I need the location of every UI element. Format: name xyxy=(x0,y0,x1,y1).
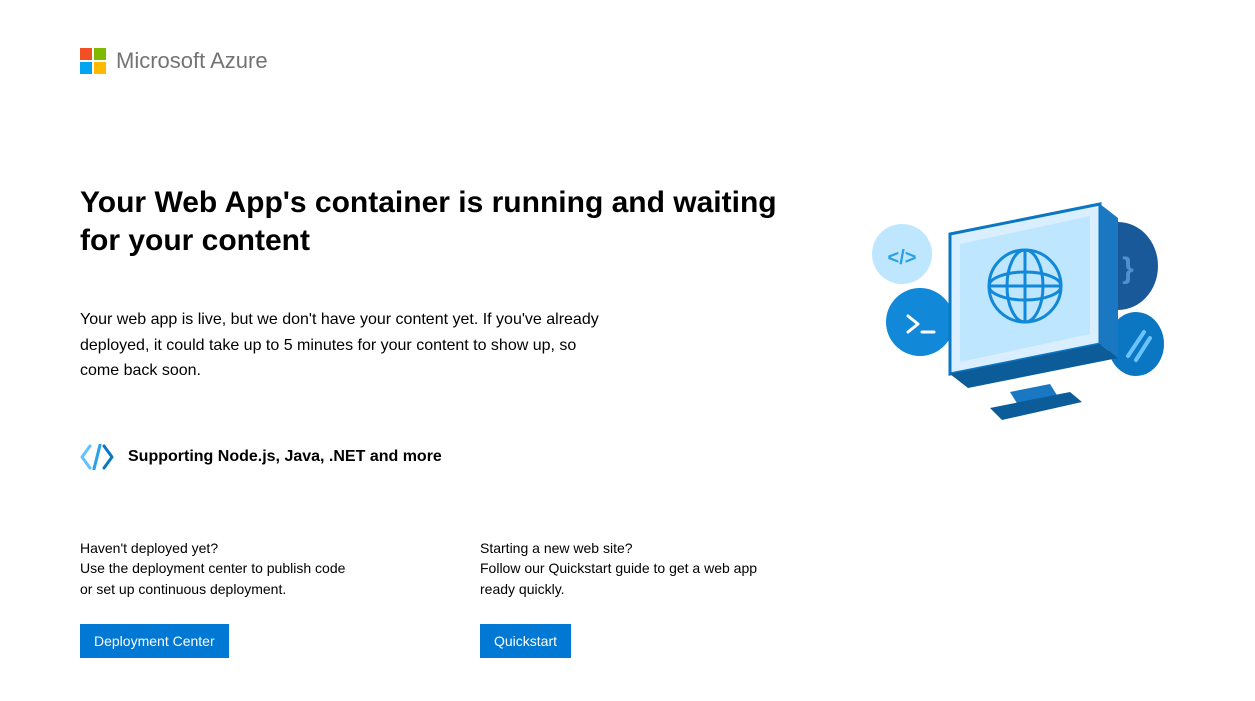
brand-header: Microsoft Azure xyxy=(80,48,1175,74)
support-row: Supporting Node.js, Java, .NET and more xyxy=(80,444,800,470)
brand-name: Microsoft Azure xyxy=(116,48,268,74)
support-text: Supporting Node.js, Java, .NET and more xyxy=(128,448,442,466)
deploy-action-block: Haven't deployed yet? Use the deployment… xyxy=(80,540,360,658)
deploy-desc: Use the deployment center to publish cod… xyxy=(80,558,360,600)
quickstart-desc: Follow our Quickstart guide to get a web… xyxy=(480,558,760,600)
svg-text:</>: </> xyxy=(888,247,917,269)
page-title: Your Web App's container is running and … xyxy=(80,184,790,259)
deployment-center-button[interactable]: Deployment Center xyxy=(80,624,229,658)
page-subtitle: Your web app is live, but we don't have … xyxy=(80,307,600,384)
microsoft-logo-icon xyxy=(80,48,106,74)
deploy-heading: Haven't deployed yet? xyxy=(80,540,360,556)
quickstart-action-block: Starting a new web site? Follow our Quic… xyxy=(480,540,760,658)
quickstart-heading: Starting a new web site? xyxy=(480,540,760,556)
code-brackets-icon xyxy=(80,444,114,470)
isometric-monitor-illustration: { } </> xyxy=(860,194,1180,439)
quickstart-button[interactable]: Quickstart xyxy=(480,624,571,658)
